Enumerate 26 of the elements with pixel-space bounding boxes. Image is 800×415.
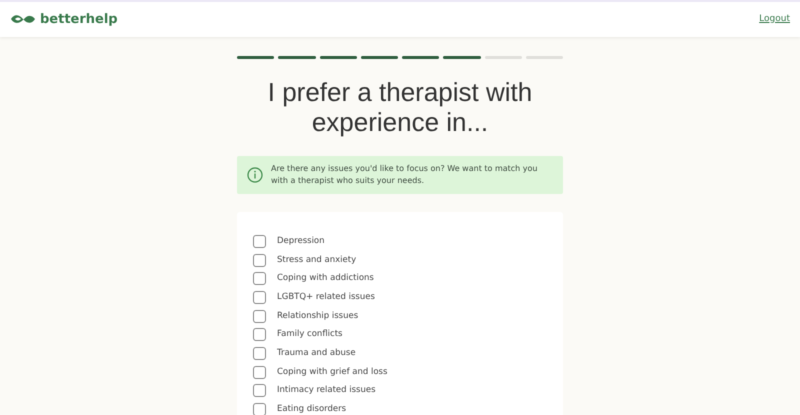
checkbox[interactable]: [253, 254, 266, 267]
info-icon: [247, 167, 263, 183]
option-label[interactable]: Intimacy related issues: [277, 384, 376, 398]
option-label[interactable]: Coping with grief and loss: [277, 366, 388, 379]
logout-link[interactable]: Logout: [759, 12, 790, 26]
logo-icon: [10, 13, 36, 26]
info-text: Are there any issues you'd like to focus on? We want to match you with a therapist who suits your needs.: [271, 163, 538, 187]
checkbox[interactable]: [253, 328, 266, 342]
option-label[interactable]: Eating disorders: [277, 403, 346, 415]
checkbox[interactable]: [253, 272, 266, 286]
checkbox[interactable]: [253, 366, 266, 379]
option-label[interactable]: Coping with addictions: [277, 272, 374, 286]
option-label[interactable]: Trauma and abuse: [277, 347, 356, 360]
checkbox[interactable]: [253, 384, 266, 398]
checkbox[interactable]: [253, 403, 266, 415]
option-label[interactable]: Depression: [277, 234, 325, 248]
option-label[interactable]: Stress and anxiety: [277, 254, 356, 266]
option-label[interactable]: Family conflicts: [277, 328, 342, 342]
checkbox[interactable]: [253, 310, 266, 323]
checkbox[interactable]: [253, 234, 266, 248]
checkbox[interactable]: [253, 346, 266, 360]
checkbox[interactable]: [253, 290, 266, 304]
option-label[interactable]: LGBTQ+ related issues: [277, 291, 375, 304]
page-title: I prefer a therapist with experience in...: [266, 77, 534, 137]
option-label[interactable]: Relationship issues: [277, 310, 358, 322]
brand-name[interactable]: betterhelp: [40, 10, 118, 30]
